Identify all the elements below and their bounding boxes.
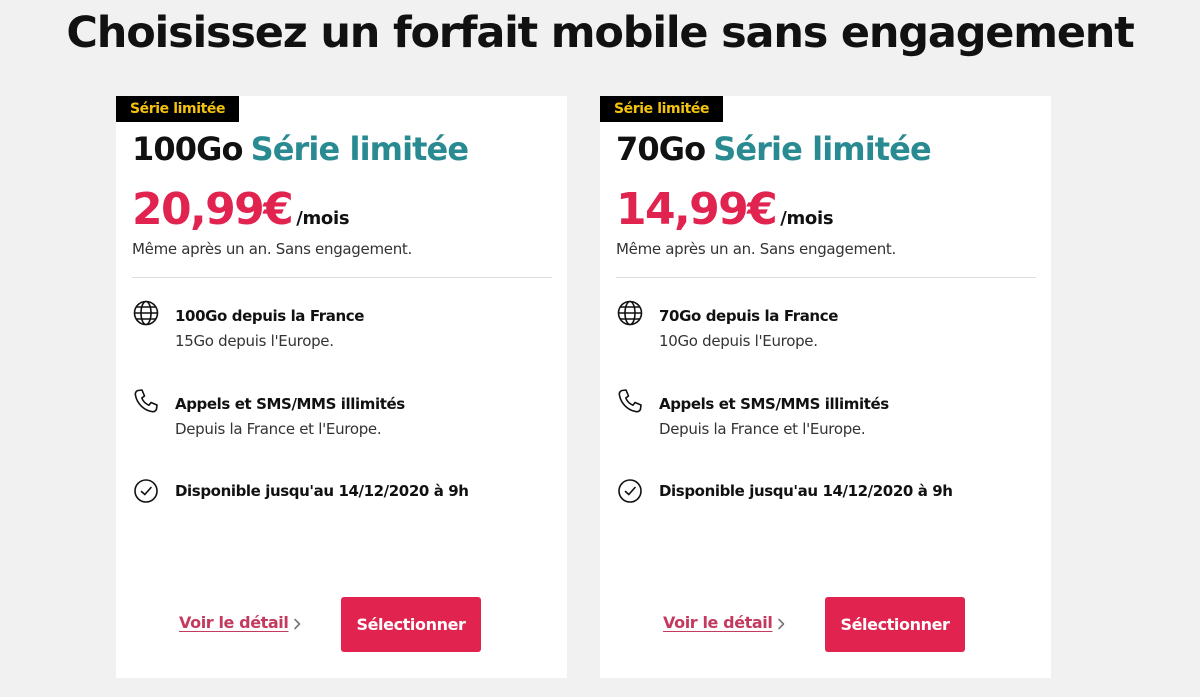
clock-icon (134, 479, 158, 503)
plan-price: 14,99€ (616, 184, 778, 235)
divider (132, 277, 552, 278)
plan-price: 20,99€ (132, 184, 294, 235)
globe-icon (617, 300, 643, 326)
see-details-link[interactable]: Voir le détail (663, 613, 773, 632)
plan-card-70go: Série limitée 70Go Série limitée 14,99€/m… (600, 96, 1051, 678)
feature-subtitle: 10Go depuis l'Europe. (659, 332, 818, 350)
limited-series-badge: Série limitée (116, 96, 240, 122)
plan-data-amount: 100Go (132, 130, 243, 168)
feature-calls: Appels et SMS/MMS illimités Depuis la Fr… (132, 387, 552, 447)
select-plan-button[interactable]: Sélectionner (341, 597, 481, 652)
price-row: 14,99€/mois (616, 184, 834, 235)
plan-series-label: Série limitée (250, 130, 470, 168)
phone-icon (134, 389, 158, 413)
price-note: Même après un an. Sans engagement. (132, 240, 412, 258)
price-note: Même après un an. Sans engagement. (616, 240, 896, 258)
price-period: /mois (780, 208, 834, 229)
price-period: /mois (296, 208, 350, 229)
feature-title: Appels et SMS/MMS illimités (659, 395, 889, 413)
feature-title: 70Go depuis la France (659, 307, 838, 325)
phone-icon (618, 389, 642, 413)
feature-data: 70Go depuis la France 10Go depuis l'Euro… (616, 299, 1036, 359)
page-title: Choisissez un forfait mobile sans engage… (66, 8, 1134, 58)
price-row: 20,99€/mois (132, 184, 350, 235)
plan-data-amount: 70Go (616, 130, 706, 168)
plan-name: 70Go Série limitée (616, 130, 932, 168)
feature-availability: Disponible jusqu'au 14/12/2020 à 9h (616, 476, 1036, 536)
feature-subtitle: Depuis la France et l'Europe. (659, 420, 866, 438)
clock-icon (618, 479, 642, 503)
select-plan-button[interactable]: Sélectionner (825, 597, 965, 652)
feature-title: Appels et SMS/MMS illimités (175, 395, 405, 413)
feature-title: Disponible jusqu'au 14/12/2020 à 9h (659, 482, 953, 500)
feature-title: Disponible jusqu'au 14/12/2020 à 9h (175, 482, 469, 500)
feature-title: 100Go depuis la France (175, 307, 365, 325)
chevron-right-icon[interactable] (290, 617, 304, 631)
limited-series-badge: Série limitée (600, 96, 724, 122)
see-details-link[interactable]: Voir le détail (179, 613, 289, 632)
chevron-right-icon[interactable] (774, 617, 788, 631)
plan-series-label: Série limitée (713, 130, 932, 168)
globe-icon (133, 300, 159, 326)
plan-name: 100Go Série limitée (132, 130, 470, 168)
feature-data: 100Go depuis la France 15Go depuis l'Eur… (132, 299, 552, 359)
plan-card-100go: Série limitée 100Go Série limitée 20,99€ /… (116, 96, 567, 678)
feature-availability: Disponible jusqu'au 14/12/2020 à 9h (132, 476, 552, 536)
divider (616, 277, 1036, 278)
feature-calls: Appels et SMS/MMS illimités Depuis la Fr… (616, 387, 1036, 447)
feature-subtitle: Depuis la France et l'Europe. (175, 420, 382, 438)
feature-subtitle: 15Go depuis l'Europe. (175, 332, 334, 350)
